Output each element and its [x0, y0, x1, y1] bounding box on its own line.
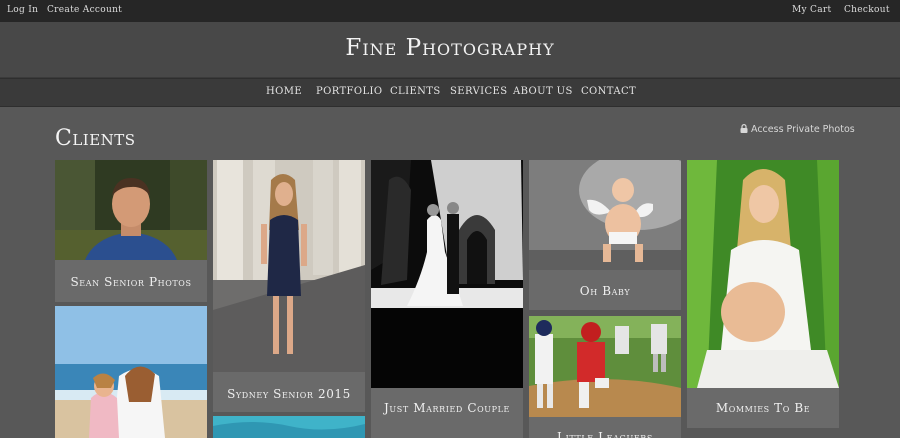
header-band: Fine Photography [0, 22, 900, 78]
gallery-photo [55, 306, 207, 438]
gallery-tile-sean[interactable]: Sean Senior Photos [55, 160, 207, 302]
login-link[interactable]: Log In [7, 5, 38, 15]
create-account-link[interactable]: Create Account [47, 5, 122, 15]
gallery-caption: Oh Baby [579, 284, 631, 298]
gallery-photo [213, 160, 365, 372]
gallery-caption: Sydney Senior 2015 [227, 387, 351, 401]
nav-clients[interactable]: CLIENTS [390, 86, 441, 97]
gallery-tile-water[interactable] [213, 416, 365, 438]
nav-home[interactable]: HOME [266, 86, 302, 97]
gallery-tile-just-married[interactable]: Just Married Couple [371, 160, 523, 438]
lock-icon [740, 124, 748, 136]
nav-portfolio[interactable]: PORTFOLIO [316, 86, 382, 97]
gallery-photo [55, 160, 207, 260]
gallery-tile-little-leaguers[interactable]: Little Leaguers [529, 316, 681, 438]
gallery-caption: Sean Senior Photos [70, 275, 192, 289]
page-title: Clients [55, 126, 136, 151]
gallery-photo [529, 160, 681, 270]
my-cart-link[interactable]: My Cart [792, 5, 831, 15]
access-private-photos-link[interactable]: Access Private Photos [740, 124, 855, 136]
gallery-tile-oh-baby[interactable]: Oh Baby [529, 160, 681, 310]
main-nav: HOME PORTFOLIO CLIENTS SERVICES ABOUT US… [0, 78, 900, 107]
nav-contact[interactable]: CONTACT [581, 86, 636, 97]
gallery-photo [687, 160, 839, 388]
gallery-photo [529, 316, 681, 417]
gallery-tile-mommies[interactable]: Mommies To Be [687, 160, 839, 428]
nav-about-us[interactable]: ABOUT US [513, 86, 573, 97]
gallery-photo [213, 416, 365, 438]
gallery-tile-sydney[interactable]: Sydney Senior 2015 [213, 160, 365, 412]
nav-services[interactable]: SERVICES [450, 86, 508, 97]
checkout-link[interactable]: Checkout [844, 5, 890, 15]
gallery-caption: Mommies To Be [715, 401, 811, 415]
gallery-caption: Little Leaguers [557, 430, 653, 438]
top-utility-bar: Log In Create Account My Cart Checkout [0, 0, 900, 22]
gallery-tile-beach[interactable] [55, 306, 207, 438]
site-title[interactable]: Fine Photography [0, 35, 900, 61]
access-private-photos-label: Access Private Photos [751, 124, 855, 135]
gallery-photo [371, 160, 523, 388]
gallery-caption: Just Married Couple [384, 401, 510, 415]
